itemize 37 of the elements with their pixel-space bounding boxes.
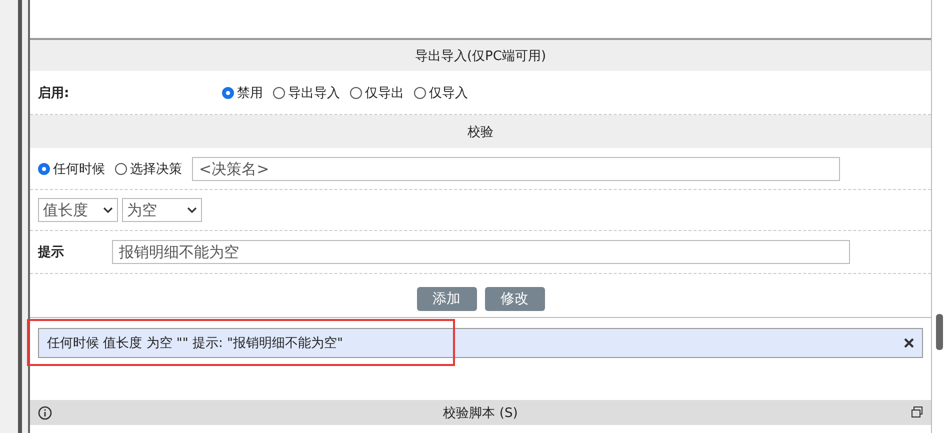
radio-option[interactable]: 禁用 [222,84,263,102]
radio-label: 仅导出 [365,84,404,102]
radio-option[interactable]: 仅导入 [414,84,468,102]
radio-button[interactable] [414,86,426,98]
radio-label: 任何时候 [53,160,105,178]
info-icon[interactable] [38,406,52,420]
edit-button[interactable]: 修改 [484,286,544,310]
radio-option[interactable]: 选择决策 [115,160,182,178]
close-icon[interactable] [904,338,914,348]
add-button[interactable]: 添加 [416,286,476,310]
radio-label: 禁用 [237,84,263,102]
section-title: 校验脚本 (S) [443,404,518,422]
hint-field[interactable]: 报销明细不能为空 [112,240,850,264]
field-select[interactable]: 值长度 [38,198,118,222]
radio-option[interactable]: 任何时候 [38,160,105,178]
radio-button[interactable] [115,162,127,174]
radio-label: 导出导入 [288,84,340,102]
radio-label: 仅导入 [429,84,468,102]
rule-item[interactable]: 任何时候 值长度 为空 "" 提示: "报销明细不能为空" [38,328,924,358]
chevron-down-icon [187,207,197,213]
radio-button[interactable] [350,86,362,98]
section-title: 校验 [468,124,494,140]
hint-label: 提示 [38,244,65,261]
radio-button[interactable] [222,86,234,98]
scrollbar-thumb[interactable] [936,314,944,350]
radio-button[interactable] [38,162,50,174]
decision-field[interactable]: <决策名> [192,156,840,180]
enable-label: 启用: [38,84,70,102]
section-title: 导出导入(仅PC端可用) [414,48,546,64]
chevron-down-icon [103,207,113,213]
radio-label: 选择决策 [130,160,182,178]
radio-option[interactable]: 仅导出 [350,84,404,102]
radio-button[interactable] [273,86,285,98]
radio-option[interactable]: 导出导入 [273,84,340,102]
restore-icon[interactable] [911,406,924,418]
condition-select[interactable]: 为空 [122,198,202,222]
rule-text: 任何时候 值长度 为空 "" 提示: "报销明细不能为空" [47,335,343,352]
